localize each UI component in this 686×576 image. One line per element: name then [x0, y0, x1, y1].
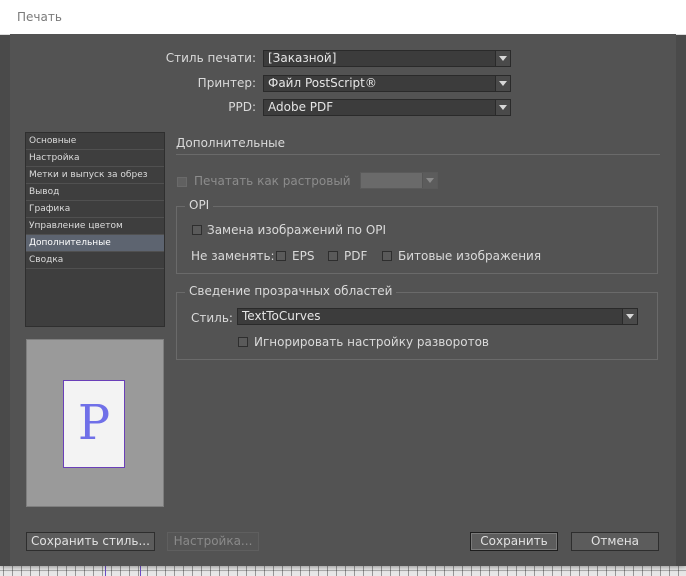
sidebar-item-advanced[interactable]: Дополнительные [26, 235, 164, 252]
bitmap-label: Битовые изображения [398, 249, 542, 263]
printer-label: Принтер: [197, 76, 256, 90]
raster-resolution-dropdown[interactable] [360, 172, 438, 189]
print-style-label: Стиль печати: [165, 51, 256, 65]
page-preview[interactable]: P [26, 339, 164, 507]
ppd-value: Adobe PDF [268, 100, 334, 114]
flattener-style-label: Стиль: [191, 311, 233, 325]
print-as-raster-label: Печатать как растровый [194, 174, 351, 188]
opi-replace-label: Замена изображений по OPI [207, 223, 387, 237]
chevron-down-icon [495, 51, 510, 66]
save-style-button[interactable]: Сохранить стиль... [26, 532, 155, 551]
background-guide-line [140, 566, 141, 576]
background-guide-line [105, 566, 106, 576]
print-as-raster-checkbox[interactable] [177, 177, 187, 187]
page-preview-icon: P [63, 380, 125, 468]
printer-dropdown[interactable]: Файл PostScript® [263, 75, 511, 92]
setup-button[interactable]: Настройка... [167, 532, 259, 551]
printer-value: Файл PostScript® [268, 76, 377, 90]
transparency-flattener-group: Сведение прозрачных областей [176, 284, 658, 360]
bitmap-checkbox[interactable] [382, 251, 392, 261]
chevron-down-icon [495, 100, 510, 115]
sidebar-item-marks-bleed[interactable]: Метки и выпуск за обрез [26, 167, 164, 184]
print-dialog: Печать Стиль печати: [Заказной] Принтер:… [0, 0, 686, 566]
chevron-down-icon [495, 76, 510, 91]
pdf-checkbox[interactable] [328, 251, 338, 261]
chevron-down-icon [622, 309, 637, 324]
eps-label: EPS [292, 249, 315, 263]
ignore-spread-overrides-checkbox[interactable] [238, 337, 248, 347]
opi-replace-checkbox[interactable] [192, 225, 202, 235]
sidebar-item-setup[interactable]: Настройка [26, 150, 164, 167]
preview-letter: P [77, 395, 111, 451]
flattener-style-dropdown[interactable]: TextToCurves [237, 308, 638, 325]
do-not-replace-label: Не заменять: [191, 249, 275, 263]
sidebar-item-graphics[interactable]: Графика [26, 201, 164, 218]
print-style-value: [Заказной] [268, 51, 337, 65]
window-title: Печать [17, 10, 62, 24]
cancel-button[interactable]: Отмена [571, 532, 659, 551]
dialog-body: Стиль печати: [Заказной] Принтер: Файл P… [10, 34, 676, 566]
print-style-dropdown[interactable]: [Заказной] [263, 50, 511, 67]
sidebar-item-summary[interactable]: Сводка [26, 252, 164, 269]
section-divider [176, 154, 660, 155]
opi-group: OPI [176, 198, 658, 274]
sidebar-item-output[interactable]: Вывод [26, 184, 164, 201]
ignore-spread-overrides-label: Игнорировать настройку разворотов [254, 335, 489, 349]
chevron-down-icon [422, 173, 437, 188]
sidebar-item-color-management[interactable]: Управление цветом [26, 218, 164, 235]
sidebar-item-general[interactable]: Основные [26, 133, 164, 150]
ppd-dropdown[interactable]: Adobe PDF [263, 99, 511, 116]
titlebar[interactable]: Печать [0, 0, 686, 35]
opi-group-title: OPI [185, 198, 214, 212]
category-list: Основные Настройка Метки и выпуск за обр… [25, 132, 165, 327]
transparency-group-title: Сведение прозрачных областей [185, 284, 397, 298]
section-title: Дополнительные [176, 136, 286, 150]
save-button[interactable]: Сохранить [470, 532, 558, 551]
ppd-label: PPD: [228, 100, 256, 114]
flattener-style-value: TextToCurves [242, 309, 321, 323]
pdf-label: PDF [344, 249, 368, 263]
eps-checkbox[interactable] [276, 251, 286, 261]
